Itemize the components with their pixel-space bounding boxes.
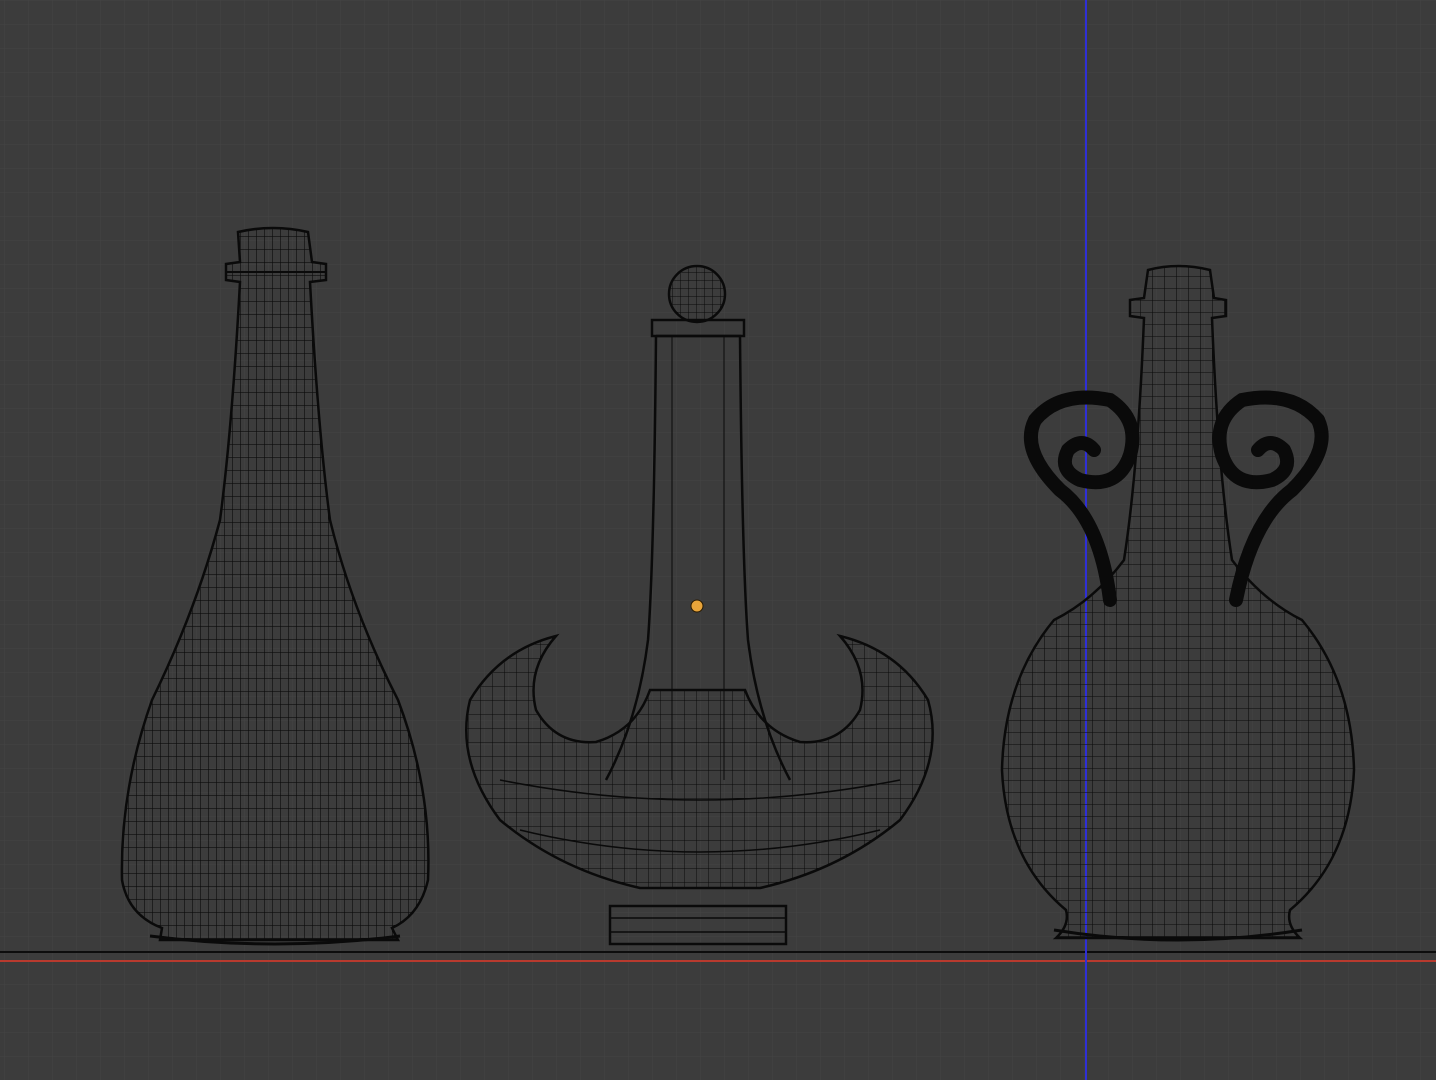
scroll-handle-bottle-mesh[interactable] — [0, 0, 1436, 1080]
3d-viewport[interactable] — [0, 0, 1436, 1080]
